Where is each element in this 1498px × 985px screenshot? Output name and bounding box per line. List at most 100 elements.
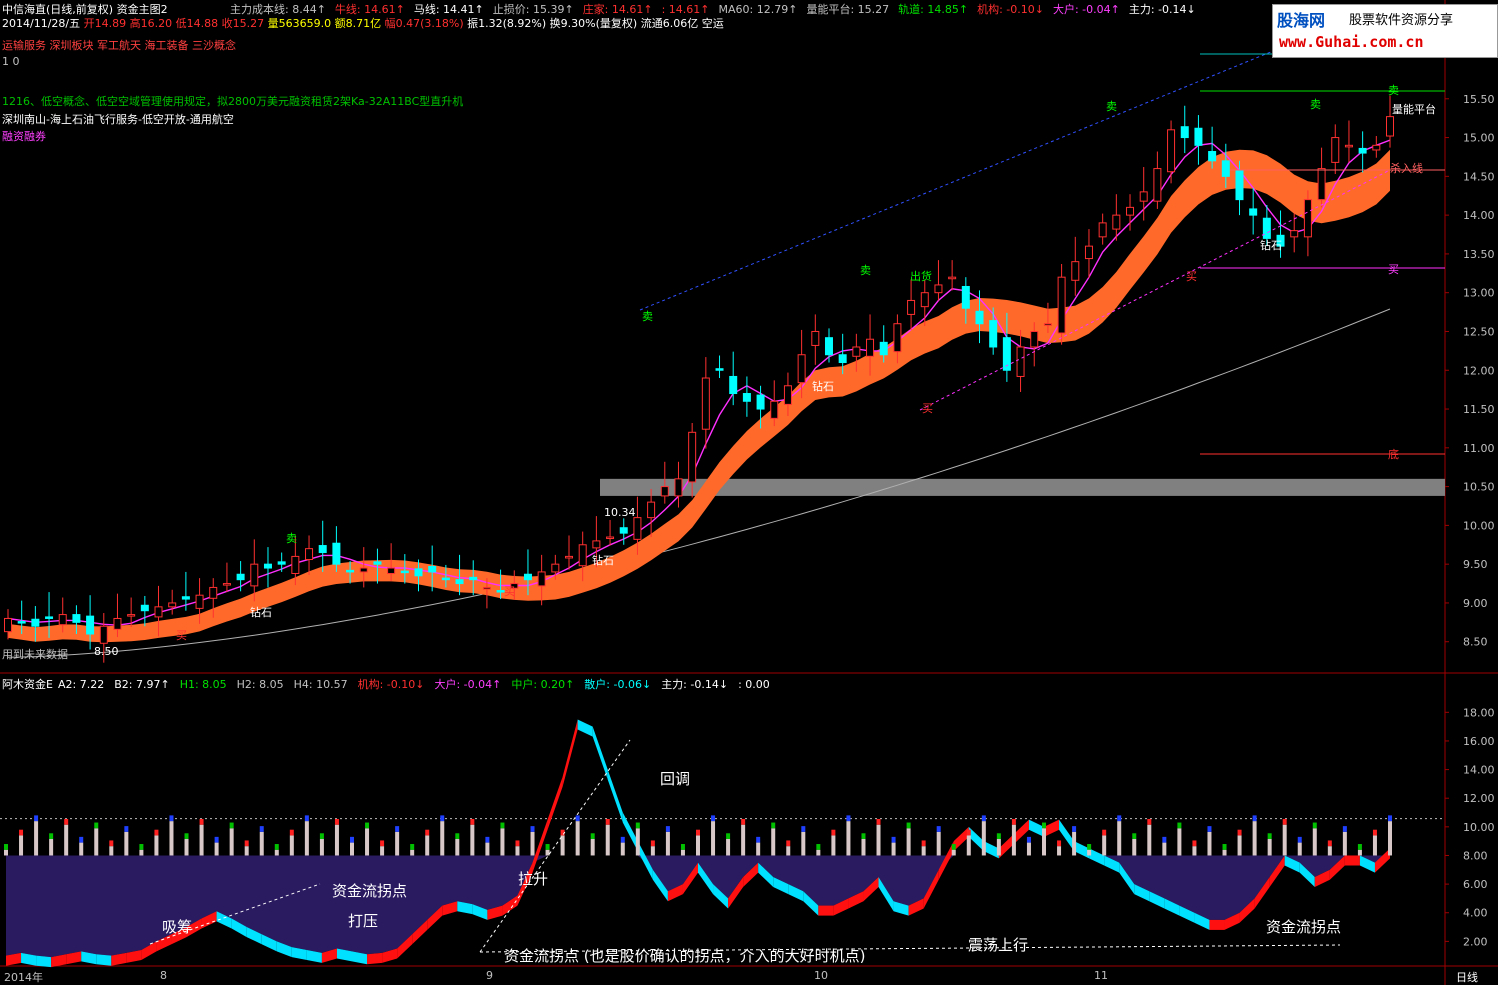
sub-indicator-item: H1: 8.05: [179, 678, 227, 691]
candle-body: [523, 573, 532, 581]
volume-cap: [951, 844, 956, 850]
candle-body: [1030, 330, 1039, 348]
volume-cap: [94, 822, 99, 829]
price-tick-label: 12.00: [1463, 364, 1495, 377]
volume-cap: [319, 833, 324, 840]
price-tick-label: 13.00: [1463, 287, 1495, 300]
candle-body: [934, 284, 943, 294]
diamond-label-4: 钻石: [1260, 239, 1282, 252]
volume-bar: [801, 831, 806, 856]
volume-bar: [94, 828, 99, 856]
volume-bar: [169, 821, 174, 856]
candle-body: [277, 561, 286, 565]
news-line-2: 深圳南山-海上石油飞行服务-低空开放-通用航空: [2, 113, 234, 126]
candle-body: [1303, 199, 1312, 238]
volume-bar: [1312, 828, 1317, 856]
volume-bar: [876, 824, 881, 856]
concept-item[interactable]: 军工航天: [97, 39, 141, 52]
sell-label-1: 卖: [286, 532, 297, 545]
volume-bar: [771, 828, 776, 856]
candle-body: [4, 617, 12, 633]
volume-bar: [34, 821, 39, 856]
flow-segment: [818, 905, 834, 916]
volume-cap: [861, 833, 866, 840]
volume-cap: [711, 815, 716, 822]
cost-band: [8, 149, 1390, 643]
indicator-item: 主力: -0.14↓: [1128, 3, 1196, 16]
price-tick-label: 15.50: [1463, 93, 1495, 106]
concept-list: 运输服务 深圳板块 军工航天 海工装备 三沙概念: [2, 37, 236, 53]
volume-bar: [109, 846, 114, 856]
open-value: 14.89: [94, 17, 127, 30]
volume-bar: [124, 831, 129, 856]
absorb-label: 吸筹: [162, 918, 193, 936]
ohlc-row: 2014/11/28/五 开14.89 高16.20 低14.88 收15.27…: [2, 15, 724, 31]
candle-body: [619, 527, 628, 534]
candle-body: [1317, 168, 1326, 201]
price-tick-label: 9.50: [1463, 558, 1488, 571]
volume-bar: [199, 824, 204, 856]
candle-body: [209, 586, 218, 599]
volume-bar: [1162, 842, 1167, 856]
candle-body: [17, 621, 26, 624]
volume-cap: [906, 822, 911, 829]
candle-body: [99, 625, 108, 644]
sub-indicator-name: 阿木资金E: [2, 678, 53, 691]
price-tick-label: 13.50: [1463, 248, 1495, 261]
volume-bar: [1252, 821, 1257, 856]
concept-item[interactable]: 运输服务: [2, 39, 46, 52]
candle-body: [1098, 222, 1107, 238]
price-tick-label: 11.00: [1463, 442, 1495, 455]
volume-bar: [289, 835, 294, 856]
volume-cap: [304, 815, 309, 822]
volume-cap: [1388, 815, 1392, 822]
volume-cap: [259, 826, 264, 832]
flow-tick-label: 14.00: [1463, 764, 1495, 777]
concept-item[interactable]: 三沙概念: [192, 39, 236, 52]
date-value: 2014/11/28/五: [2, 17, 81, 30]
flow-segment: [1013, 819, 1029, 845]
buy-label-1: 买: [176, 629, 187, 642]
concept-item[interactable]: 海工装备: [145, 39, 189, 52]
volume-bar: [350, 842, 354, 856]
logo-url: www.Guhai.com.cn: [1279, 33, 1424, 51]
volume-cap: [244, 840, 249, 847]
volume-cap: [1026, 836, 1031, 843]
candle-body: [989, 320, 998, 348]
candle-body: [715, 368, 724, 371]
flow-segment: [577, 719, 593, 737]
candle-body: [346, 569, 355, 573]
candle-body: [852, 346, 861, 357]
concept-item[interactable]: 深圳板块: [50, 39, 94, 52]
volume-cap: [214, 836, 219, 843]
volume-bar: [1192, 846, 1197, 856]
sub-indicator-item: 机构: -0.10↓: [357, 678, 425, 691]
volume-cap: [64, 818, 69, 825]
buy-label-3: 买: [922, 402, 933, 415]
candle-body: [1249, 208, 1258, 216]
flow-segment: [96, 954, 112, 966]
candle-body: [72, 614, 81, 623]
candle-body: [1344, 144, 1353, 148]
candle-body: [181, 596, 190, 600]
volume-cap: [184, 833, 189, 840]
amplitude-value: 1.32(8.92%): [478, 17, 547, 30]
volume-bar: [500, 828, 505, 856]
sell-label-2: 卖: [642, 310, 653, 323]
volume-label: 量: [267, 17, 279, 30]
volume-cap: [1132, 833, 1137, 840]
volume-bar: [1117, 821, 1122, 856]
volume-cap: [966, 829, 971, 836]
candle-body: [1358, 147, 1367, 154]
candle-body: [250, 563, 259, 587]
volume-cap: [696, 829, 700, 836]
period-button[interactable]: 日线: [1456, 969, 1478, 985]
oscillate-label: 震荡上行: [968, 936, 1029, 954]
candle-body: [1016, 346, 1025, 377]
candle-body: [1208, 151, 1217, 162]
future-data-note: 用到未来数据: [2, 648, 68, 661]
flow-segment: [1344, 855, 1360, 866]
volume-cap: [1267, 833, 1272, 840]
turnover-value: 9.30%(量复权): [560, 17, 638, 30]
flow-segment: [968, 826, 984, 852]
